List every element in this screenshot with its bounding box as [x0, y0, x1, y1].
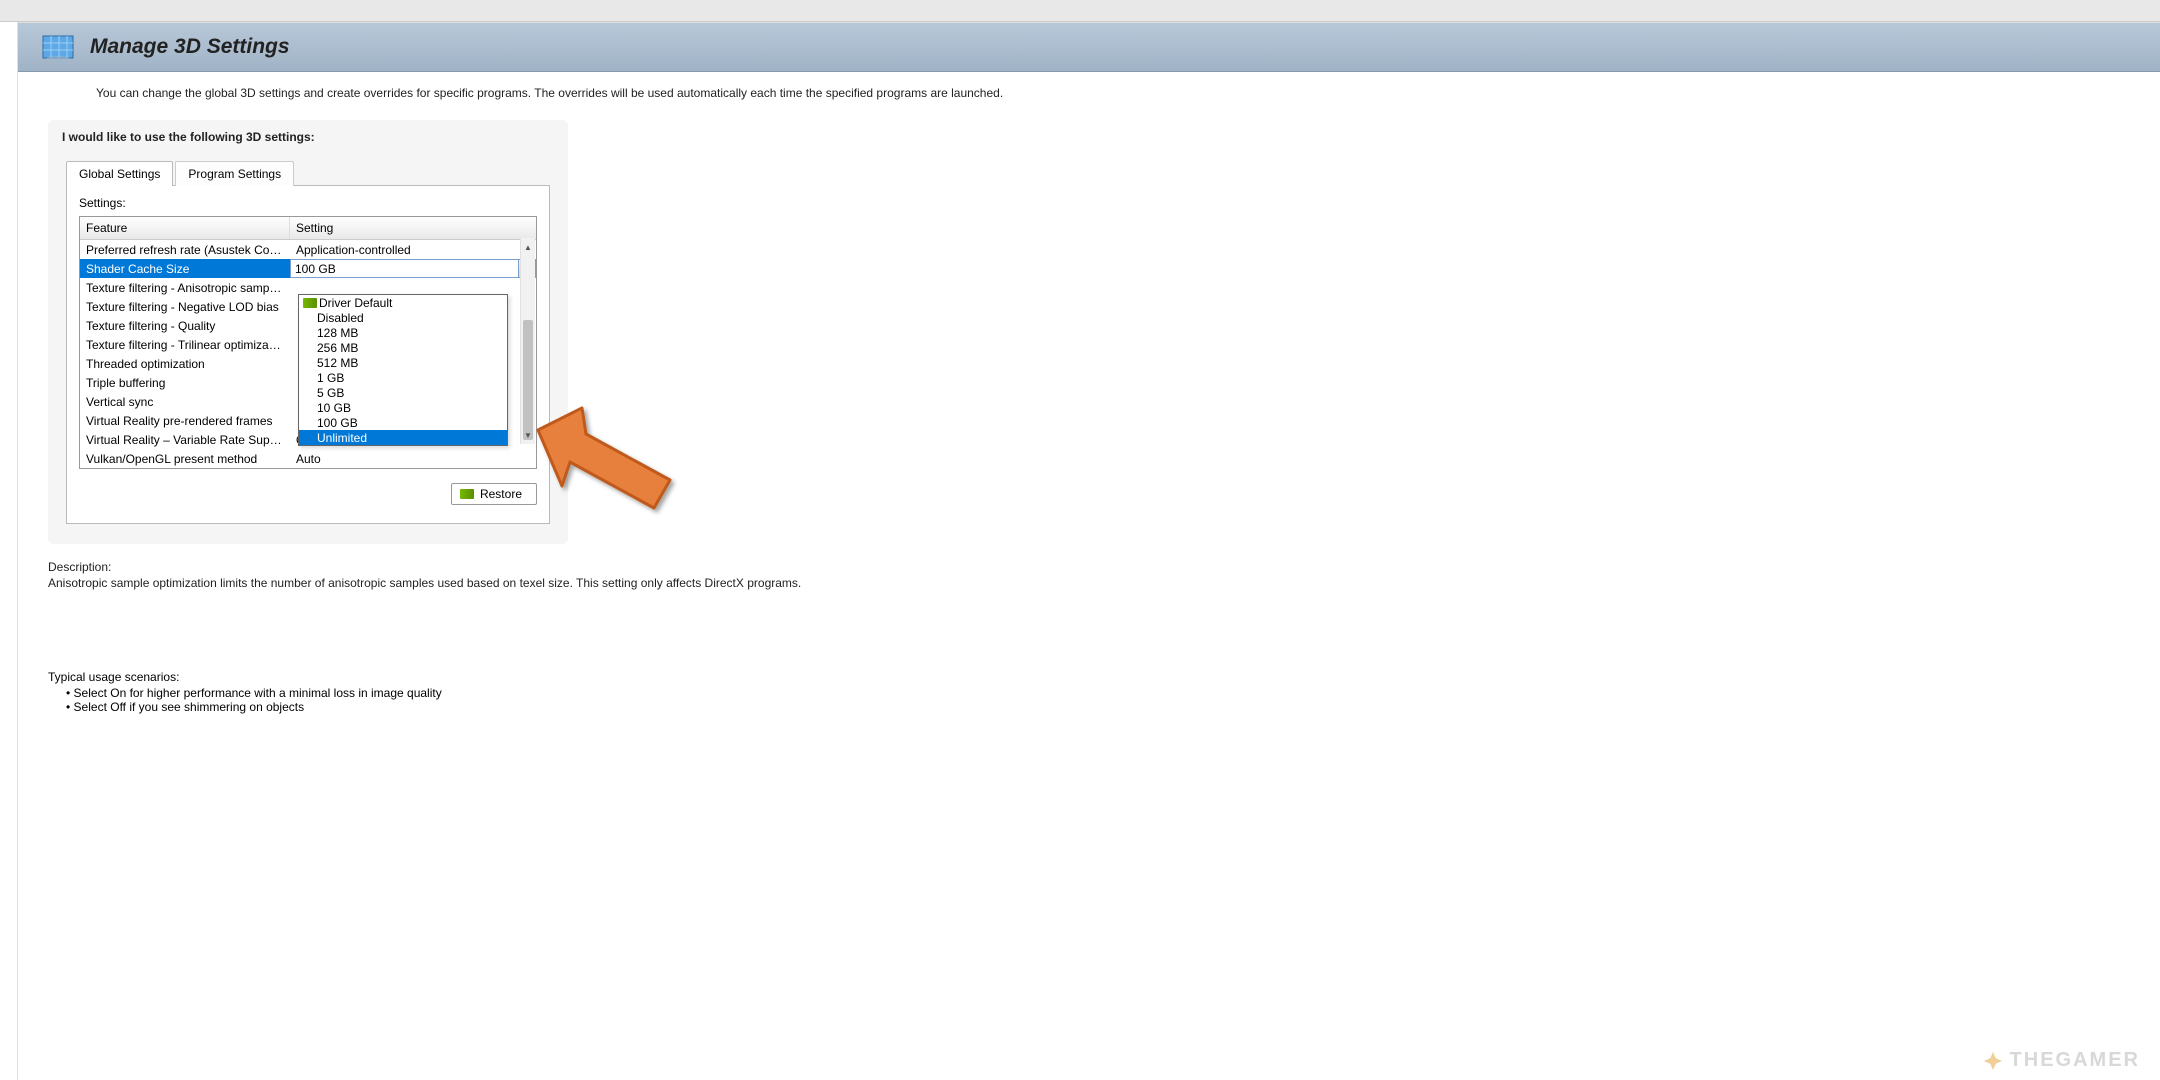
dropdown-item[interactable]: 10 GB — [299, 400, 507, 415]
window-titlebar — [0, 0, 2160, 22]
dropdown-item[interactable]: 1 GB — [299, 370, 507, 385]
dropdown-item[interactable]: 256 MB — [299, 340, 507, 355]
tab-body: Settings: Feature Setting Preferred refr… — [66, 185, 550, 524]
row-feature: Virtual Reality – Variable Rate Super Sa… — [80, 432, 290, 448]
row-feature: Preferred refresh rate (Asustek Computer… — [80, 242, 290, 258]
left-sidebar-collapsed — [0, 22, 18, 1080]
row-setting-combo: ▾ — [290, 259, 536, 278]
row-feature: Vertical sync — [80, 394, 290, 410]
table-row[interactable]: Vulkan/OpenGL present method Auto — [80, 449, 536, 468]
scrollbar[interactable]: ▲ ▼ — [520, 238, 535, 444]
usage-item: Select On for higher performance with a … — [66, 686, 2130, 700]
dropdown-item[interactable]: 128 MB — [299, 325, 507, 340]
col-header-feature: Feature — [80, 217, 290, 239]
table-row-selected[interactable]: Shader Cache Size ▾ — [80, 259, 536, 278]
scroll-down-icon[interactable]: ▼ — [521, 426, 535, 444]
description-text: Anisotropic sample optimization limits t… — [48, 576, 808, 590]
page-title: Manage 3D Settings — [90, 35, 290, 59]
row-setting: Auto — [290, 451, 536, 467]
shader-cache-size-input[interactable] — [290, 259, 518, 278]
dropdown-item-driver-default[interactable]: Driver Default — [299, 295, 507, 310]
row-feature: Texture filtering - Negative LOD bias — [80, 299, 290, 315]
tab-global-settings[interactable]: Global Settings — [66, 161, 173, 186]
row-feature: Triple buffering — [80, 375, 290, 391]
intro-text: You can change the global 3D settings an… — [18, 72, 2160, 114]
row-feature: Texture filtering - Anisotropic sample o… — [80, 280, 290, 296]
settings-table-header: Feature Setting — [80, 217, 536, 240]
settings-table-label: Settings: — [79, 196, 537, 210]
dropdown-item-highlighted[interactable]: Unlimited — [299, 430, 507, 445]
row-feature: Texture filtering - Trilinear optimizati… — [80, 337, 290, 353]
nvidia-logo-icon — [303, 298, 317, 308]
nvidia-logo-icon — [460, 489, 474, 499]
tab-program-settings[interactable]: Program Settings — [175, 161, 294, 186]
restore-button[interactable]: Restore — [451, 483, 537, 505]
scrollbar-thumb[interactable] — [523, 320, 533, 439]
row-feature: Vulkan/OpenGL present method — [80, 451, 290, 467]
description-block: Description: Anisotropic sample optimiza… — [18, 550, 2160, 600]
usage-item: Select Off if you see shimmering on obje… — [66, 700, 2130, 714]
dropdown-item[interactable]: 512 MB — [299, 355, 507, 370]
dropdown-item[interactable]: 100 GB — [299, 415, 507, 430]
dropdown-item[interactable]: Disabled — [299, 310, 507, 325]
restore-button-label: Restore — [480, 487, 522, 501]
scroll-up-icon[interactable]: ▲ — [521, 238, 535, 256]
row-feature: Virtual Reality pre-rendered frames — [80, 413, 290, 429]
header-3d-icon — [38, 27, 78, 67]
row-feature: Shader Cache Size — [80, 261, 290, 277]
watermark-icon — [1982, 1050, 2004, 1072]
row-setting — [290, 287, 536, 289]
usage-block: Typical usage scenarios: Select On for h… — [18, 660, 2160, 724]
col-header-setting: Setting — [290, 217, 536, 239]
page-header: Manage 3D Settings — [18, 22, 2160, 72]
watermark: THEGAMER — [1982, 1049, 2140, 1072]
row-feature: Threaded optimization — [80, 356, 290, 372]
row-setting: Application-controlled — [290, 242, 536, 258]
dropdown-item-label: Driver Default — [319, 296, 392, 310]
settings-panel: Global Settings Program Settings Setting… — [48, 154, 568, 544]
shader-cache-size-dropdown: Driver Default Disabled 128 MB 256 MB 51… — [298, 294, 508, 446]
description-heading: Description: — [48, 560, 2130, 574]
section-label: I would like to use the following 3D set… — [48, 120, 568, 154]
tabs-bar: Global Settings Program Settings — [66, 161, 550, 186]
usage-heading: Typical usage scenarios: — [48, 670, 2130, 684]
settings-table: Feature Setting Preferred refresh rate (… — [79, 216, 537, 469]
watermark-text: THEGAMER — [2010, 1049, 2140, 1072]
table-row[interactable]: Preferred refresh rate (Asustek Computer… — [80, 240, 536, 259]
row-feature: Texture filtering - Quality — [80, 318, 290, 334]
dropdown-item[interactable]: 5 GB — [299, 385, 507, 400]
